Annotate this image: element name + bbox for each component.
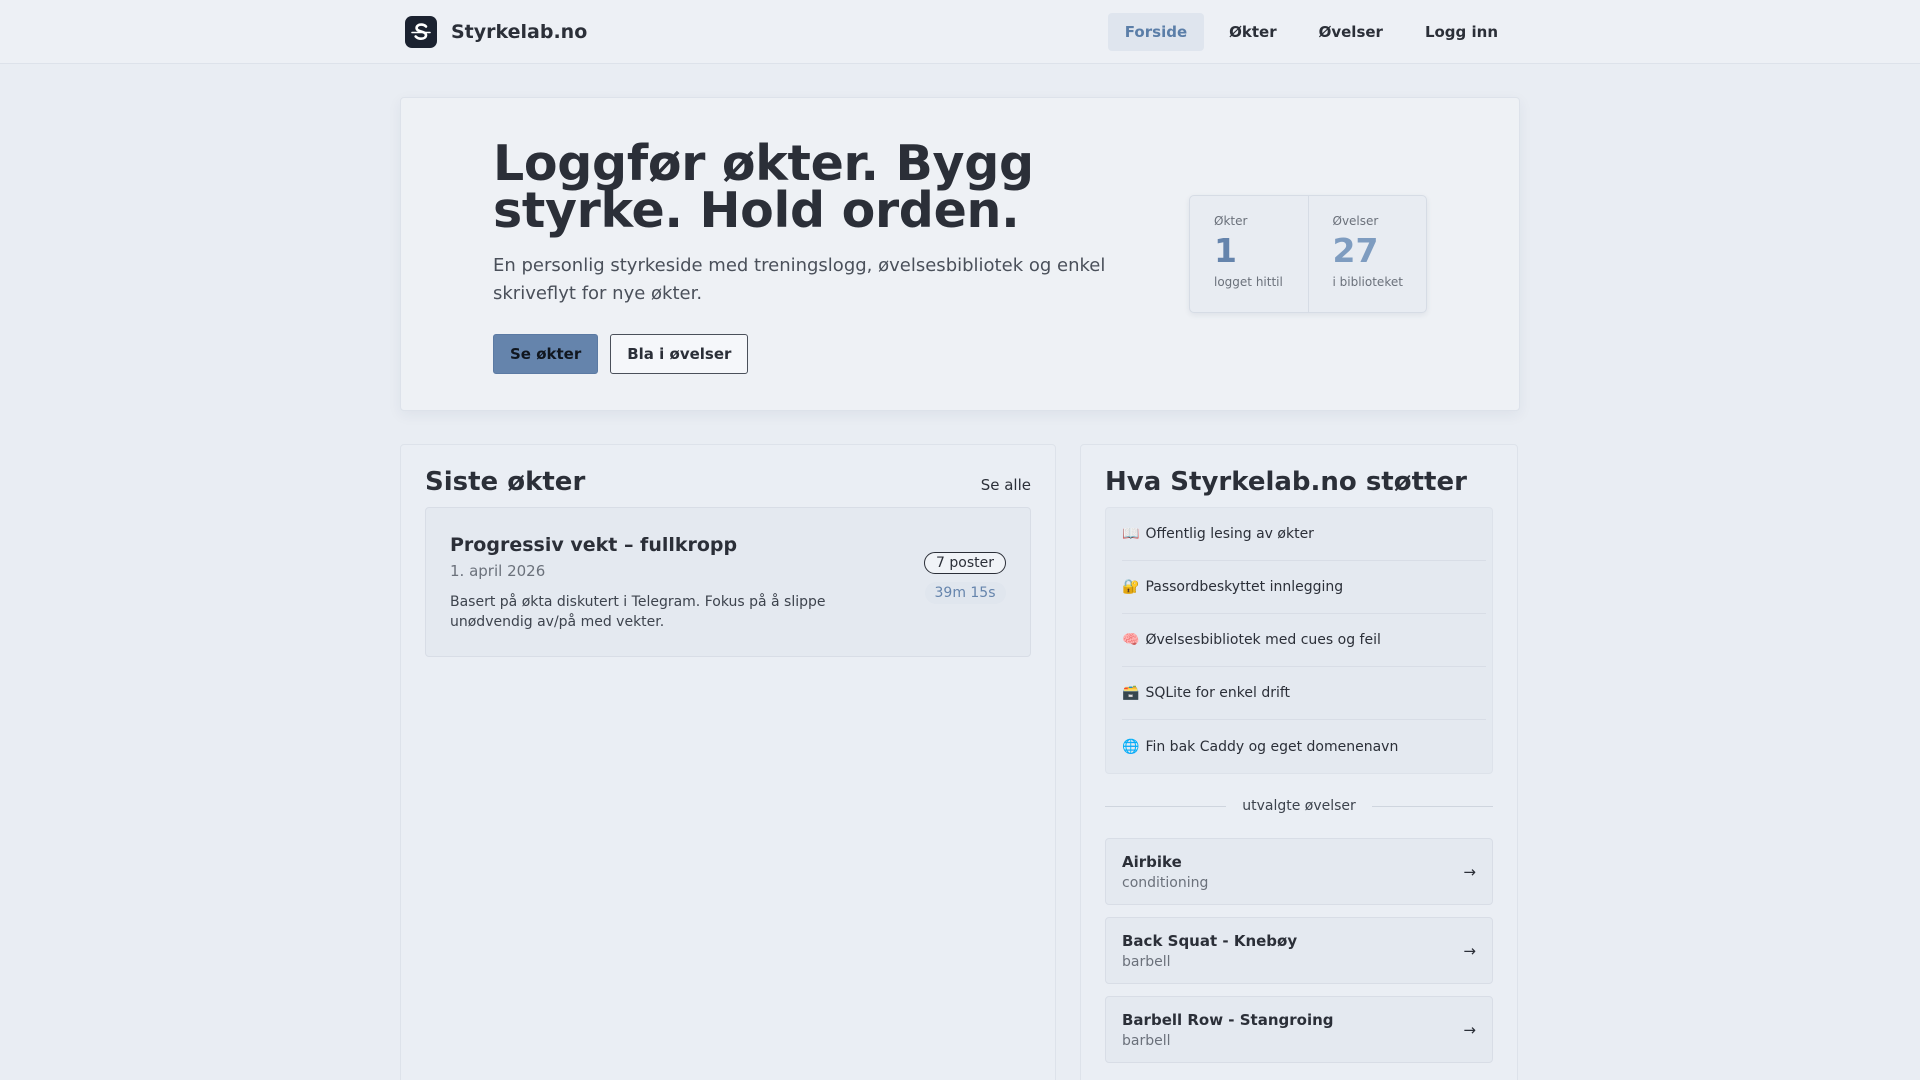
exercise-category: barbell (1122, 1032, 1171, 1049)
card-box-icon: 🗃️ (1122, 685, 1140, 701)
navbar-inner: Styrkelab.no Forside Økter Øvelser Logg … (405, 0, 1515, 64)
arrow-right-icon: → (1463, 941, 1476, 960)
divider-label: utvalgte øvelser (1242, 798, 1356, 814)
exercise-item-airbike[interactable]: Airbike conditioning → (1105, 838, 1493, 905)
exercise-info: Back Squat - Knebøy barbell (1122, 932, 1297, 970)
session-meta: 7 poster 39m 15s (924, 534, 1006, 632)
main-content: Loggfør økter. Bygg styrke. Hold orden. … (400, 64, 1520, 1080)
nav-item-logg-inn[interactable]: Logg inn (1408, 13, 1515, 51)
stats-card: Økter 1 logget hittil Øvelser 27 i bibli… (1189, 195, 1427, 313)
session-title: Progressiv vekt – fullkropp (450, 534, 738, 556)
nav-item-ovelser[interactable]: Øvelser (1302, 13, 1400, 51)
globe-icon: 🌐 (1122, 738, 1140, 755)
stat-sessions: Økter 1 logget hittil (1190, 196, 1308, 312)
stat-label: Øvelser (1332, 214, 1379, 228)
exercise-info: Airbike conditioning (1122, 853, 1208, 891)
entries-badge: 7 poster (924, 552, 1006, 574)
feature-list: 📖 Offentlig lesing av økter 🔐 Passordbes… (1105, 507, 1493, 774)
stat-value: 27 (1332, 231, 1379, 270)
exercise-name: Barbell Row - Stangroing (1122, 1010, 1334, 1029)
list-item: 🗃️ SQLite for enkel drift (1122, 667, 1486, 720)
content-columns: Siste økter Se alle Progressiv vekt – fu… (400, 444, 1520, 1080)
stat-sub: i biblioteket (1332, 275, 1403, 289)
s-logo-icon (405, 16, 437, 48)
session-description: Basert på økta diskutert i Telegram. Fok… (450, 594, 826, 630)
exercise-name: Airbike (1122, 852, 1182, 871)
browse-exercises-button[interactable]: Bla i øvelser (610, 334, 749, 374)
list-item: 🔐 Passordbeskyttet innlegging (1122, 561, 1486, 614)
session-date: 1. april 2026 (450, 562, 546, 580)
features-panel: Hva Styrkelab.no støtter 📖 Offentlig les… (1080, 444, 1518, 1080)
list-item: 🌐 Fin bak Caddy og eget domenenavn (1122, 720, 1486, 773)
section-divider: utvalgte øvelser (1105, 798, 1493, 814)
see-sessions-button[interactable]: Se økter (493, 334, 599, 374)
stat-value: 1 (1214, 231, 1237, 270)
see-all-link[interactable]: Se alle (981, 476, 1031, 494)
hero-actions: Se økter Bla i øvelser (493, 334, 1133, 374)
book-icon: 📖 (1122, 526, 1140, 542)
exercise-item-barbell-row[interactable]: Barbell Row - Stangroing barbell → (1105, 996, 1493, 1063)
arrow-right-icon: → (1463, 862, 1476, 881)
feature-label: Passordbeskyttet innlegging (1145, 579, 1344, 595)
session-card[interactable]: Progressiv vekt – fullkropp 1. april 202… (425, 507, 1031, 657)
list-item: 🧠 Øvelsesbibliotek med cues og feil (1122, 614, 1486, 667)
lock-icon: 🔐 (1122, 579, 1140, 595)
nav-item-okter[interactable]: Økter (1212, 13, 1293, 51)
feature-label: Øvelsesbibliotek med cues og feil (1145, 632, 1381, 648)
brand-link[interactable]: Styrkelab.no (405, 16, 587, 48)
feature-label: SQLite for enkel drift (1145, 685, 1291, 701)
exercise-info: Barbell Row - Stangroing barbell (1122, 1011, 1334, 1049)
arrow-right-icon: → (1463, 1020, 1476, 1039)
hero-title: Loggfør økter. Bygg styrke. Hold orden. (493, 135, 1034, 239)
top-navbar: Styrkelab.no Forside Økter Øvelser Logg … (0, 0, 1920, 64)
brain-icon: 🧠 (1122, 632, 1140, 648)
stat-exercises: Øvelser 27 i biblioteket (1307, 196, 1427, 312)
session-info: Progressiv vekt – fullkropp 1. april 202… (450, 534, 880, 632)
exercise-category: barbell (1122, 953, 1171, 970)
features-title: Hva Styrkelab.no støtter (1105, 467, 1467, 497)
hero-section: Loggfør økter. Bygg styrke. Hold orden. … (400, 97, 1520, 411)
recent-sessions-title: Siste økter (425, 467, 586, 497)
exercise-item-back-squat[interactable]: Back Squat - Knebøy barbell → (1105, 917, 1493, 984)
exercise-name: Back Squat - Knebøy (1122, 931, 1298, 950)
list-item: 📖 Offentlig lesing av økter (1122, 508, 1486, 561)
nav-item-forside[interactable]: Forside (1107, 13, 1205, 51)
stat-sub: logget hittil (1214, 275, 1283, 289)
recent-sessions-panel: Siste økter Se alle Progressiv vekt – fu… (400, 444, 1056, 1080)
exercise-category: conditioning (1122, 874, 1209, 891)
brand-name: Styrkelab.no (451, 21, 588, 43)
duration-badge: 39m 15s (924, 582, 1006, 604)
panel-header: Siste økter Se alle (425, 467, 1031, 497)
feature-label: Offentlig lesing av økter (1145, 526, 1314, 542)
feature-label: Fin bak Caddy og eget domenenavn (1145, 738, 1399, 755)
main-nav: Forside Økter Øvelser Logg inn (1107, 13, 1515, 51)
hero-subtitle: En personlig styrkeside med treningslogg… (493, 255, 1106, 304)
hero-text: Loggfør økter. Bygg styrke. Hold orden. … (493, 135, 1133, 374)
stat-label: Økter (1214, 214, 1248, 228)
